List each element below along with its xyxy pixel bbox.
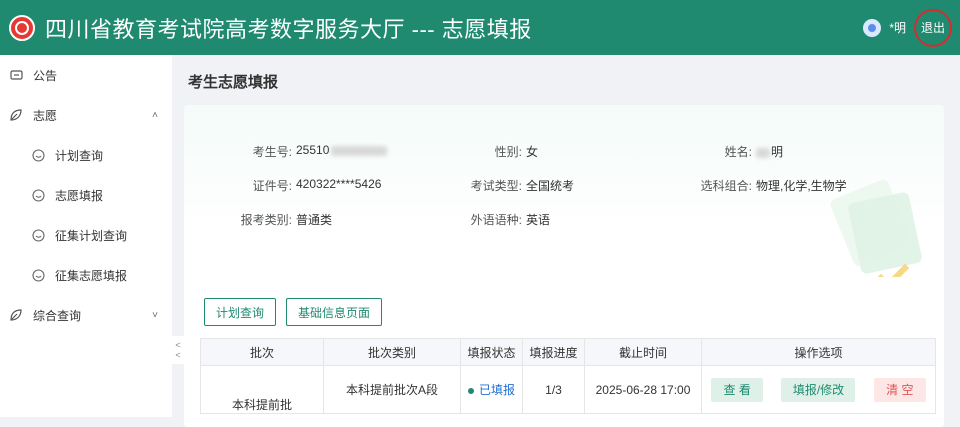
status-dot-icon [467,387,474,394]
col-operations: 操作选项 [701,338,936,366]
name-label: 姓名: [724,145,752,159]
username: *明 [889,21,906,35]
batch-category-cell: 本科提前批次A段 [323,365,461,414]
app-title: 四川省教育考试院高考数字服务大厅 --- 志愿填报 [45,16,532,42]
sidebar-item-collect-volunteer-fill[interactable]: 征集志愿填报 [0,255,172,295]
batch-cell: 本科提前批 [200,365,324,414]
col-batch-category: 批次类别 [323,338,461,366]
smile-circle-icon [31,188,45,202]
sidebar-item-comprehensive-query[interactable]: 综合查询 ˅ [0,295,172,335]
gender-label: 性别: [494,145,522,159]
chevron-left-icon: < [175,350,181,360]
sidebar-item-label: 公告 [33,68,58,83]
id-label: 证件号: [252,179,292,193]
chevron-down-icon: ˅ [152,309,158,321]
exam-type-value: 全国统考 [526,179,575,193]
smile-circle-icon [31,148,45,162]
fill-status-cell[interactable]: 已填报 [460,365,523,414]
gender-value: 女 [526,145,539,159]
field-exam-no: 考生号: 25510 [204,143,434,160]
clear-button[interactable]: 清 空 [873,377,926,402]
chevron-left-icon: < [175,340,181,350]
language-label: 外语语种: [470,213,522,227]
fill-progress-cell: 1/3 [522,365,585,414]
subjects-value: 物理,化学,生物学 [756,179,847,193]
smile-circle-icon [31,268,45,282]
logout-button[interactable]: 退出 [914,8,952,47]
name-value: 明 [756,143,783,160]
category-label: 报考类别: [240,213,292,227]
sidebar-item-volunteer[interactable]: 志愿 ˄ [0,95,172,135]
col-fill-progress: 填报进度 [522,338,585,366]
user-area: *明 退出 [863,0,960,55]
chevron-up-icon: ˄ [152,109,158,121]
field-category: 报考类别: 普通类 [204,211,332,228]
sidebar-item-announcement[interactable]: 公告 [0,55,172,95]
exam-no-value: 25510 [296,143,388,160]
logo-icon [9,14,35,41]
field-id-no: 证件号: 420322****5426 [204,177,382,194]
leaf-icon [9,308,23,322]
id-value: 420322****5426 [296,177,382,191]
sidebar-item-collect-plan-query[interactable]: 征集计划查询 [0,215,172,255]
fill-status-link[interactable]: 已填报 [479,383,515,397]
view-button[interactable]: 查 看 [711,377,764,402]
deadline-cell: 2025-06-28 17:00 [584,365,702,414]
user-avatar-icon[interactable] [863,18,882,37]
table-row: 本科提前批 本科提前批次A段 已填报 1/3 2025-06-28 17:00 … [200,365,936,414]
volunteer-plan-card: 计划查询 基础信息页面 批次 批次类别 填报状态 填报进度 截止时间 操作选项 … [184,277,944,427]
smile-circle-icon [31,228,45,242]
sidebar-item-label: 志愿 [33,108,58,123]
sidebar-item-label: 征集计划查询 [55,228,128,243]
operations-cell: 查 看 填报/修改 清 空 [701,365,936,414]
sidebar-item-label: 计划查询 [55,148,104,163]
field-name: 姓名: 明 [664,143,783,160]
main-content: 考生志愿填报 考生号: 25510 性别: 女 姓名: 明 证件号: 42032… [184,55,960,427]
batch-table: 批次 批次类别 填报状态 填报进度 截止时间 操作选项 本科提前批 本科提前批次… [200,338,936,414]
exam-type-label: 考试类型: [470,179,522,193]
fill-modify-button[interactable]: 填报/修改 [781,377,856,402]
subjects-label: 选科组合: [700,179,752,193]
field-subjects: 选科组合: 物理,化学,生物学 [664,177,847,194]
field-exam-type: 考试类型: 全国统考 [446,177,574,194]
language-value: 英语 [526,213,551,227]
field-gender: 性别: 女 [446,143,538,160]
sidebar-item-label: 征集志愿填报 [55,268,128,283]
plan-query-button[interactable]: 计划查询 [204,298,276,326]
top-header: 四川省教育考试院高考数字服务大厅 --- 志愿填报 *明 退出 [0,0,960,55]
sidebar-item-plan-query[interactable]: 计划查询 [0,135,172,175]
sidebar-collapse-toggle[interactable]: < < [172,336,184,364]
sidebar-item-volunteer-fill[interactable]: 志愿填报 [0,175,172,215]
monitor-icon [9,68,23,82]
table-header-row: 批次 批次类别 填报状态 填报进度 截止时间 操作选项 [200,338,936,366]
page-title: 考生志愿填报 [188,74,279,91]
sidebar: 公告 志愿 ˄ 计划查询 志愿填报 征集计划查询 征集志愿填报 综合查询 ˅ [0,55,172,417]
field-language: 外语语种: 英语 [446,211,550,228]
sidebar-item-label: 综合查询 [33,308,82,323]
col-batch: 批次 [200,338,324,366]
basic-info-button[interactable]: 基础信息页面 [286,298,382,326]
leaf-icon [9,108,23,122]
category-value: 普通类 [296,213,333,227]
col-deadline: 截止时间 [584,338,702,366]
sidebar-item-label: 志愿填报 [55,188,104,203]
col-fill-status: 填报状态 [460,338,523,366]
exam-no-label: 考生号: [252,145,292,159]
